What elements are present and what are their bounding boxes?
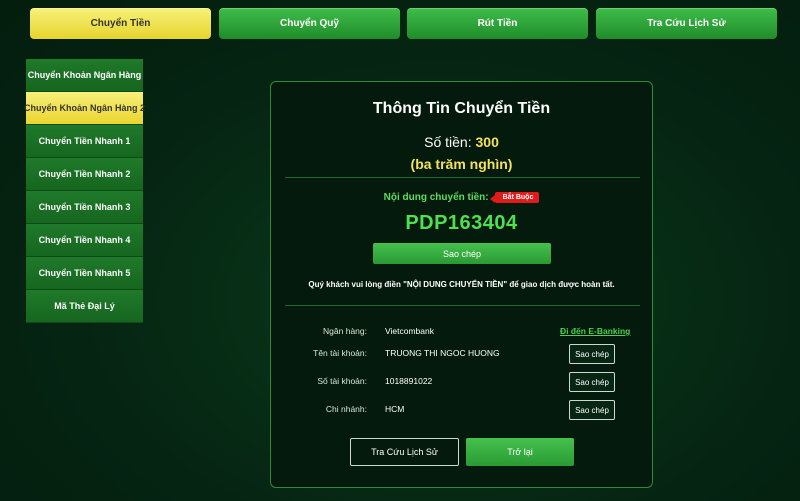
divider	[285, 177, 640, 178]
tab-rut-tien[interactable]: Rút Tiền	[407, 8, 588, 39]
account-name-value: TRUONG THI NGOC HUONG	[385, 348, 500, 358]
account-number-value: 1018891022	[385, 376, 433, 386]
back-button[interactable]: Trở lại	[466, 438, 574, 466]
divider	[285, 305, 640, 306]
account-number-row: Số tài khoản: 1018891022 Sao chép	[271, 372, 652, 392]
sidebar-item-chuyen-tien-nhanh-5[interactable]: Chuyển Tiền Nhanh 5	[26, 257, 143, 290]
sidebar-item-chuyen-tien-nhanh-3[interactable]: Chuyển Tiền Nhanh 3	[26, 191, 143, 224]
tab-chuyen-quy[interactable]: Chuyển Quỹ	[219, 8, 400, 39]
sidebar: Chuyển Khoản Ngân Hàng Chuyển Khoản Ngân…	[24, 59, 145, 323]
bank-label: Ngân hàng:	[323, 326, 367, 336]
history-button[interactable]: Tra Cứu Lịch Sử	[350, 438, 459, 466]
account-name-label: Tên tài khoản:	[313, 348, 367, 358]
copy-code-button[interactable]: Sao chép	[373, 243, 551, 264]
branch-row: Chi nhánh: HCM Sao chép	[271, 400, 652, 420]
bank-row: Ngân hàng: Vietcombank Đi đến E-Banking	[271, 322, 652, 342]
transfer-info-panel: Thông Tin Chuyển Tiền Số tiền: 300 (ba t…	[270, 81, 653, 488]
panel-title: Thông Tin Chuyển Tiền	[372, 100, 551, 117]
required-badge: Bắt Buộc	[489, 192, 540, 203]
transfer-code: PDP163404	[405, 212, 518, 234]
top-tabs: Chuyển Tiền Chuyển Quỹ Rút Tiền Tra Cứu …	[30, 8, 777, 39]
tab-chuyen-tien[interactable]: Chuyển Tiền	[30, 8, 211, 39]
sidebar-item-chuyen-tien-nhanh-1[interactable]: Chuyển Tiền Nhanh 1	[26, 125, 143, 158]
bank-value: Vietcombank	[385, 326, 434, 336]
ebanking-link[interactable]: Đi đến E-Banking	[560, 326, 630, 336]
amount-value: 300	[475, 134, 499, 150]
sidebar-item-chuyen-tien-nhanh-2[interactable]: Chuyển Tiền Nhanh 2	[26, 158, 143, 191]
copy-account-number-button[interactable]: Sao chép	[569, 372, 615, 392]
account-number-label: Số tài khoản:	[317, 376, 367, 386]
amount-words: (ba trăm nghìn)	[410, 156, 513, 172]
tab-tra-cuu-lich-su[interactable]: Tra Cứu Lịch Sử	[596, 8, 777, 39]
copy-account-name-button[interactable]: Sao chép	[569, 344, 615, 364]
sidebar-item-ma-the-dai-ly[interactable]: Mã Thẻ Đại Lý	[26, 290, 143, 323]
account-name-row: Tên tài khoản: TRUONG THI NGOC HUONG Sao…	[271, 344, 652, 364]
notice-text: Quý khách vui lòng điền "NỘI DUNG CHUYỂN…	[308, 280, 615, 289]
branch-value: HCM	[385, 404, 405, 414]
sidebar-item-chuyen-khoan-ngan-hang[interactable]: Chuyển Khoản Ngân Hàng	[26, 59, 143, 92]
branch-label: Chi nhánh:	[325, 404, 367, 414]
amount-label: Số tiền:	[424, 134, 472, 150]
sidebar-item-chuyen-khoan-ngan-hang-2[interactable]: Chuyển Khoản Ngân Hàng 2	[24, 92, 145, 125]
sidebar-item-chuyen-tien-nhanh-4[interactable]: Chuyển Tiền Nhanh 4	[26, 224, 143, 257]
content-label-row: Nội dung chuyển tiền: Bắt Buộc	[271, 192, 652, 203]
content-label: Nội dung chuyển tiền:	[383, 192, 489, 203]
copy-branch-button[interactable]: Sao chép	[569, 400, 615, 420]
amount-line: Số tiền: 300	[271, 134, 652, 150]
